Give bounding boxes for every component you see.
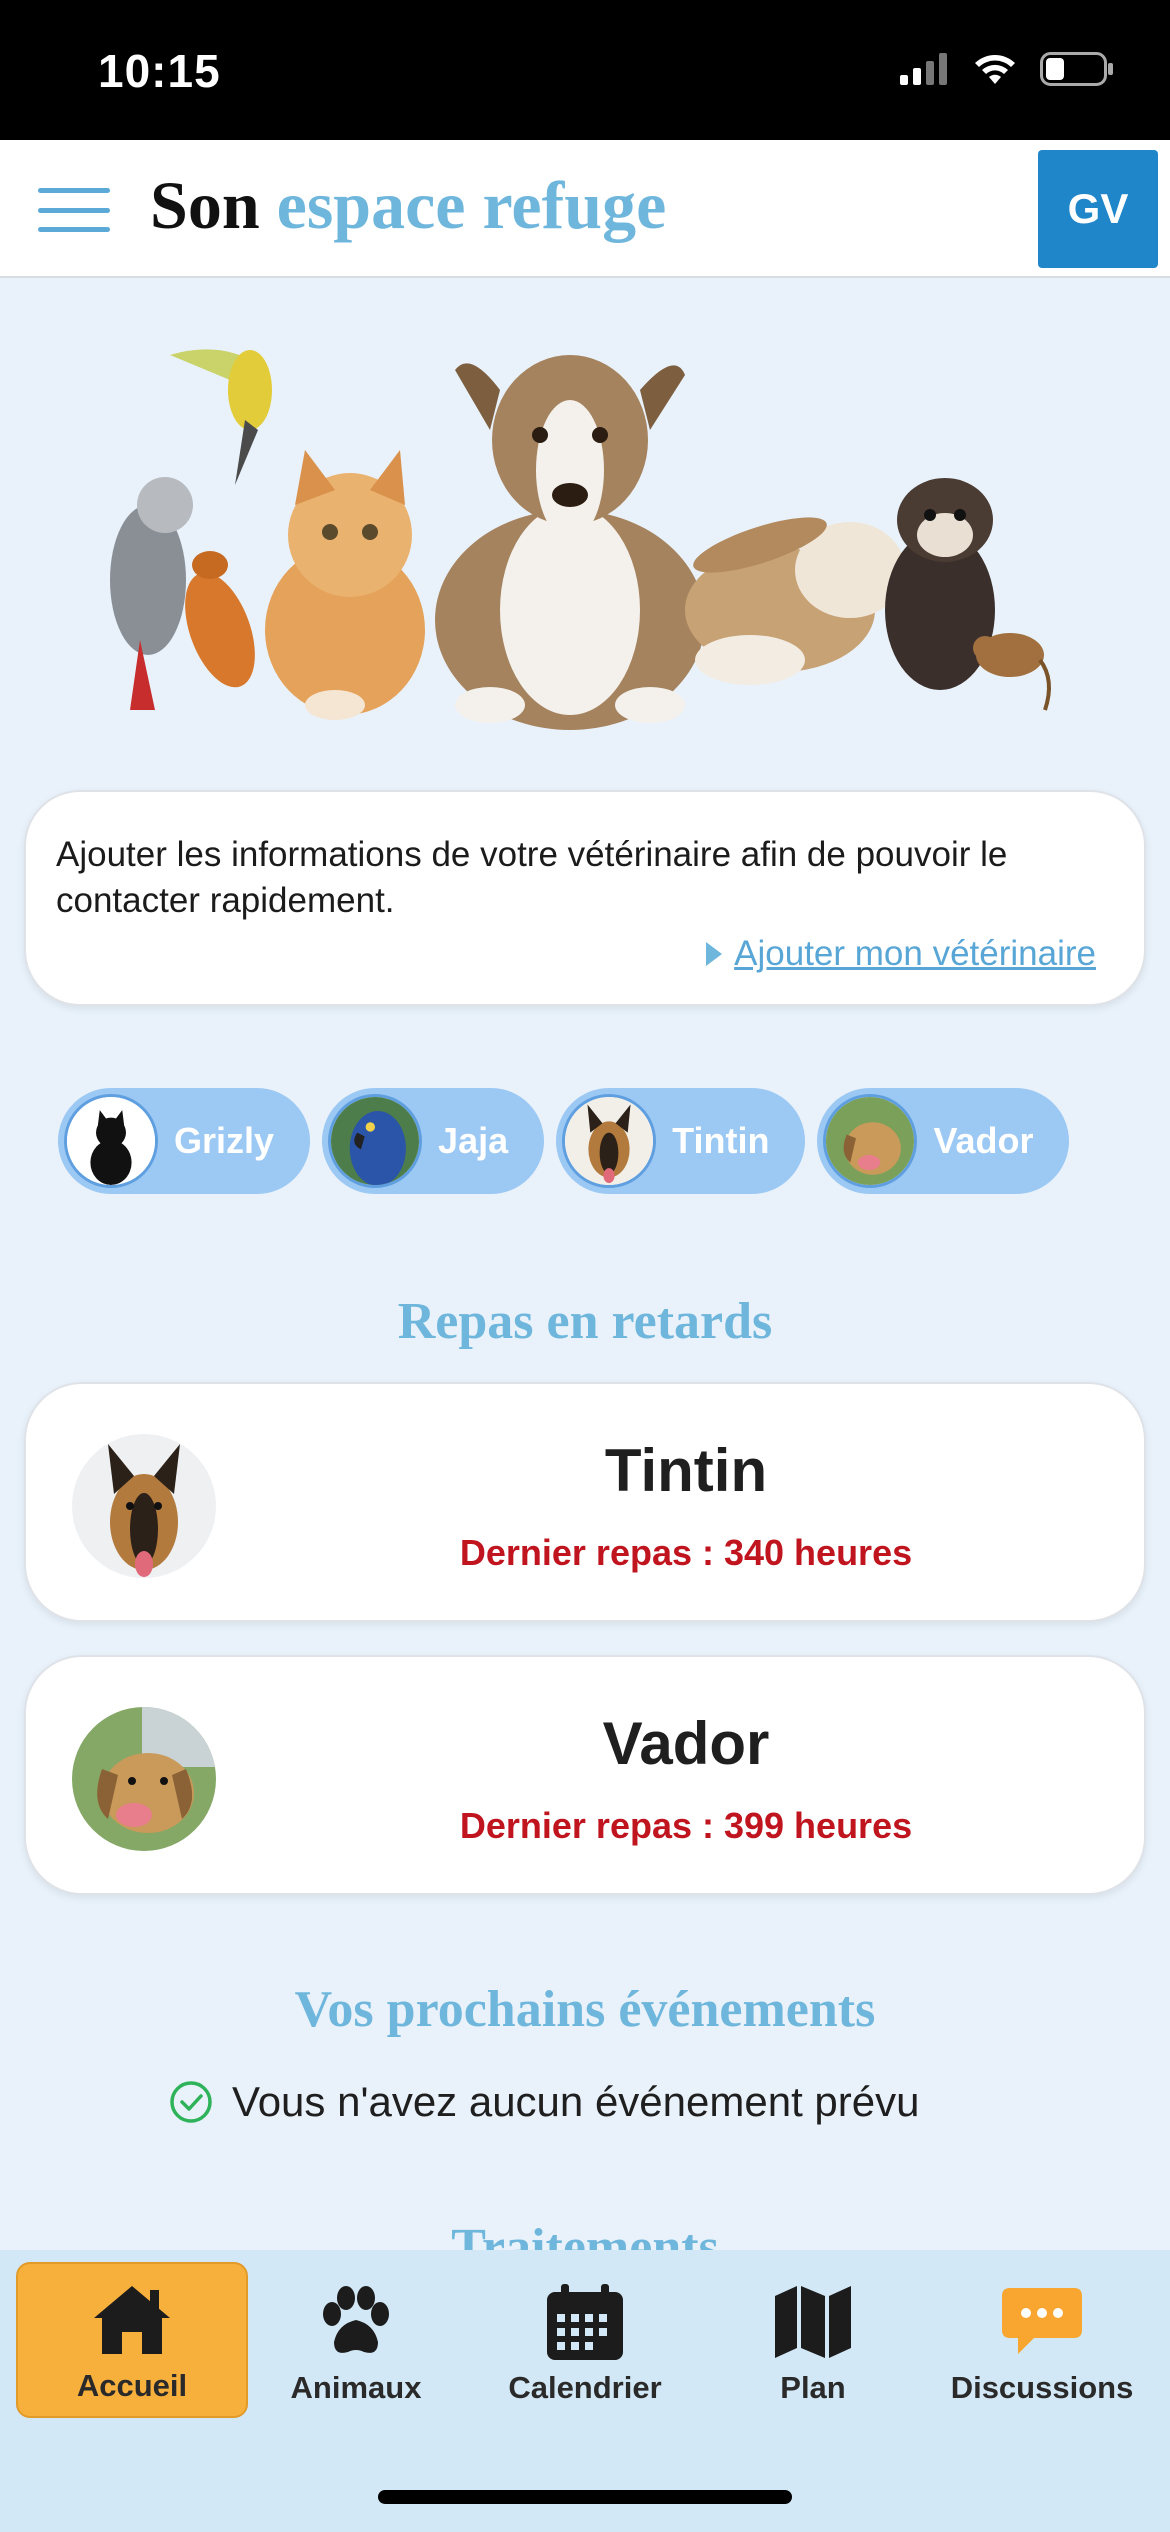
title-part-son: Son [150,167,260,243]
battery-icon [1040,52,1113,86]
caret-right-icon [706,942,723,966]
status-time: 10:15 [98,45,221,97]
app-header: Son espace refuge GV [0,140,1170,278]
parrot-avatar [328,1094,423,1188]
nav-label: Accueil [76,2368,188,2403]
nav-animaux[interactable]: Animaux [240,2262,472,2418]
cellular-signal-icon [900,53,947,85]
dog-illustration [435,355,705,730]
kitten-illustration [265,450,425,720]
pet-chip-label: Tintin [672,1120,770,1161]
empty-events-message: Vous n'avez aucun événement prévu [168,2078,919,2126]
cat-avatar [64,1094,158,1188]
late-meal-pet-name: Tintin [604,1437,768,1504]
add-vet-link-label: Ajouter mon vétérinaire [734,934,1096,973]
empty-events-text: Vous n'avez aucun événement prévu [232,2078,920,2125]
check-circle-icon [170,2081,212,2123]
status-bar: 10:15 [0,0,1170,140]
late-meals-title: Repas en retards [397,1293,773,1350]
page-title: Son espace refuge [150,166,666,245]
nav-label: Discussions [950,2370,1134,2405]
flying-bird-illustration [170,349,272,485]
mouse-illustration [973,633,1051,711]
title-part-espace-refuge: espace refuge [276,167,667,243]
paw-icon [323,2286,389,2353]
pet-chip-jaja[interactable]: Jaja [322,1088,545,1194]
nav-label: Calendrier [508,2370,662,2405]
late-meal-status: Dernier repas : 340 heures [459,1532,913,1573]
late-meal-status: Dernier repas : 399 heures [459,1805,913,1846]
pet-chip-grizly[interactable]: Grizly [58,1088,311,1194]
grey-parrot-illustration [110,477,193,710]
nav-label: Animaux [290,2370,422,2405]
add-vet-link[interactable]: Ajouter mon vétérinaire [706,934,1096,974]
home-icon [94,2286,170,2354]
hamburger-menu-icon[interactable] [38,188,110,232]
wifi-icon [975,55,1015,84]
nav-accueil[interactable]: Accueil [16,2262,248,2418]
user-avatar-button[interactable]: GV [1038,150,1158,268]
dog-photo [72,1707,216,1851]
shepherd-dog-photo [72,1434,216,1578]
hero-animals-image [110,349,1051,730]
vet-info-text: Ajouter les informations de votre vétéri… [56,835,1008,920]
nav-calendrier[interactable]: Calendrier [469,2262,701,2418]
pet-chips: Grizly Jaja Tintin Vador [58,1088,1070,1194]
late-meal-pet-name: Vador [602,1710,770,1777]
shepherd-dog-avatar [562,1094,657,1188]
nav-plan[interactable]: Plan [697,2262,929,2418]
pet-chip-label: Vador [933,1120,1034,1161]
status-icons [900,52,1114,86]
late-meal-card-vador[interactable]: Vador Dernier repas : 399 heures [24,1655,1146,1895]
nav-label: Plan [780,2370,846,2405]
pet-chip-vador[interactable]: Vador [817,1088,1070,1194]
home-indicator [378,2490,792,2504]
rabbit-illustration [685,517,905,685]
chat-icon [1002,2288,1082,2354]
pet-chip-tintin[interactable]: Tintin [556,1088,806,1194]
dog-avatar [823,1094,918,1188]
vet-info-card: Ajouter les informations de votre vétéri… [24,790,1146,1006]
calendar-icon [547,2284,623,2360]
events-title: Vos prochains événements [294,1981,876,2038]
map-icon [775,2286,851,2358]
lizard-illustration [185,551,255,688]
late-meal-card-tintin[interactable]: Tintin Dernier repas : 340 heures [24,1382,1146,1622]
pet-chip-label: Grizly [174,1120,275,1161]
pet-chip-label: Jaja [438,1120,509,1161]
nav-discussions[interactable]: Discussions [926,2262,1158,2418]
